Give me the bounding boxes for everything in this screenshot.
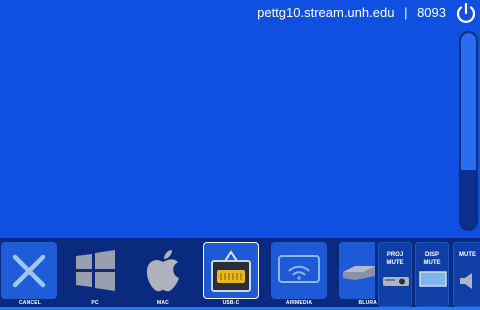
mac-source-button[interactable] [135, 242, 191, 299]
cancel-label: CANCEL [18, 300, 42, 306]
audio-mute-label: MUTE [459, 252, 476, 258]
speaker-icon [460, 273, 472, 289]
bluray-label: BLURA [358, 300, 377, 306]
airmedia-source-button[interactable] [271, 242, 327, 299]
display-icon [419, 271, 447, 287]
header-text: pettg10.stream.unh.edu | 8093 [257, 5, 446, 20]
display-mute-label: DISP MUTE [423, 252, 441, 266]
power-icon[interactable] [454, 2, 478, 26]
pc-source-button[interactable] [67, 242, 123, 299]
cancel-icon [12, 254, 46, 287]
pc-label: PC [91, 300, 99, 306]
windows-icon [76, 249, 115, 291]
bluray-icon [343, 265, 375, 280]
projector-mute-button[interactable]: PROJ MUTE [378, 242, 412, 307]
usb-c-source-button[interactable] [203, 242, 259, 299]
airmedia-icon [278, 254, 320, 283]
header-separator: | [404, 5, 408, 20]
cancel-button[interactable] [1, 242, 57, 299]
usb-c-icon [211, 249, 251, 292]
volume-slider[interactable] [459, 31, 478, 231]
display-mute-button[interactable]: DISP MUTE [415, 242, 449, 307]
bluray-source-button[interactable] [339, 242, 375, 299]
airmedia-label: AIRMEDIA [285, 300, 313, 306]
room-number: 8093 [417, 5, 446, 20]
audio-mute-button[interactable]: MUTE [453, 242, 480, 307]
volume-slider-fill [461, 33, 476, 171]
mac-label: MAC [157, 300, 169, 306]
host-name: pettg10.stream.unh.edu [257, 5, 395, 20]
apple-icon [146, 249, 179, 291]
projector-mute-label: PROJ MUTE [386, 252, 404, 266]
projector-icon [383, 277, 409, 286]
usb-c-label: USB-C [222, 300, 240, 306]
